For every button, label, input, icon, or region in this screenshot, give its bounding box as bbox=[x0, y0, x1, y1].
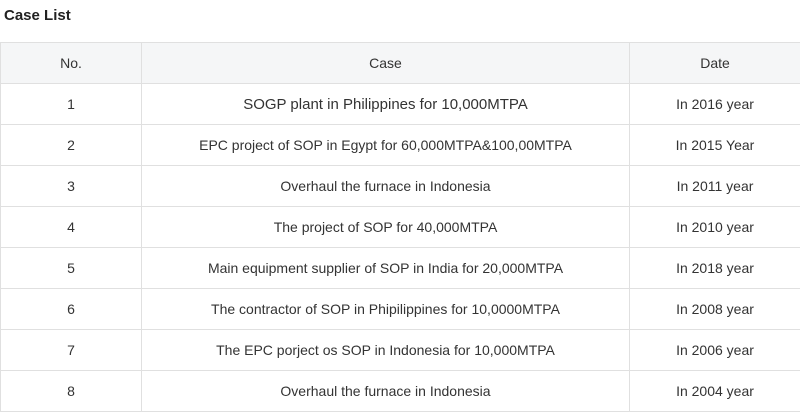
cell-case: Overhaul the furnace in Indonesia bbox=[141, 370, 630, 412]
cell-no: 1 bbox=[0, 83, 142, 125]
table-body: 1 SOGP plant in Philippines for 10,000MT… bbox=[0, 83, 800, 412]
cell-case: EPC project of SOP in Egypt for 60,000MT… bbox=[141, 124, 630, 166]
table-row: 1 SOGP plant in Philippines for 10,000MT… bbox=[0, 83, 800, 125]
cell-date: In 2018 year bbox=[629, 247, 800, 289]
cell-case: The EPC porject os SOP in Indonesia for … bbox=[141, 329, 630, 371]
cell-case: The contractor of SOP in Phipilippines f… bbox=[141, 288, 630, 330]
table-row: 7 The EPC porject os SOP in Indonesia fo… bbox=[0, 329, 800, 371]
table-row: 6 The contractor of SOP in Phipilippines… bbox=[0, 288, 800, 330]
cell-date: In 2006 year bbox=[629, 329, 800, 371]
header-row: No. Case Date bbox=[0, 42, 800, 84]
table-row: 2 EPC project of SOP in Egypt for 60,000… bbox=[0, 124, 800, 166]
table-row: 8 Overhaul the furnace in Indonesia In 2… bbox=[0, 370, 800, 412]
header-case: Case bbox=[141, 42, 630, 84]
header-date: Date bbox=[629, 42, 800, 84]
cell-date: In 2016 year bbox=[629, 83, 800, 125]
cell-date: In 2011 year bbox=[629, 165, 800, 207]
cell-case: Main equipment supplier of SOP in India … bbox=[141, 247, 630, 289]
cell-no: 7 bbox=[0, 329, 142, 371]
cell-no: 6 bbox=[0, 288, 142, 330]
cell-date: In 2015 Year bbox=[629, 124, 800, 166]
table-row: 4 The project of SOP for 40,000MTPA In 2… bbox=[0, 206, 800, 248]
cell-no: 3 bbox=[0, 165, 142, 207]
page-title: Case List bbox=[4, 7, 71, 24]
cell-no: 8 bbox=[0, 370, 142, 412]
cell-date: In 2010 year bbox=[629, 206, 800, 248]
cell-case: SOGP plant in Philippines for 10,000MTPA bbox=[141, 83, 630, 125]
case-table: No. Case Date 1 SOGP plant in Philippine… bbox=[0, 42, 800, 412]
cell-no: 2 bbox=[0, 124, 142, 166]
table-row: 3 Overhaul the furnace in Indonesia In 2… bbox=[0, 165, 800, 207]
cell-case: Overhaul the furnace in Indonesia bbox=[141, 165, 630, 207]
cell-no: 4 bbox=[0, 206, 142, 248]
table-header: No. Case Date bbox=[0, 42, 800, 84]
cell-date: In 2008 year bbox=[629, 288, 800, 330]
table-row: 5 Main equipment supplier of SOP in Indi… bbox=[0, 247, 800, 289]
cell-no: 5 bbox=[0, 247, 142, 289]
header-no: No. bbox=[0, 42, 142, 84]
cell-case: The project of SOP for 40,000MTPA bbox=[141, 206, 630, 248]
cell-date: In 2004 year bbox=[629, 370, 800, 412]
